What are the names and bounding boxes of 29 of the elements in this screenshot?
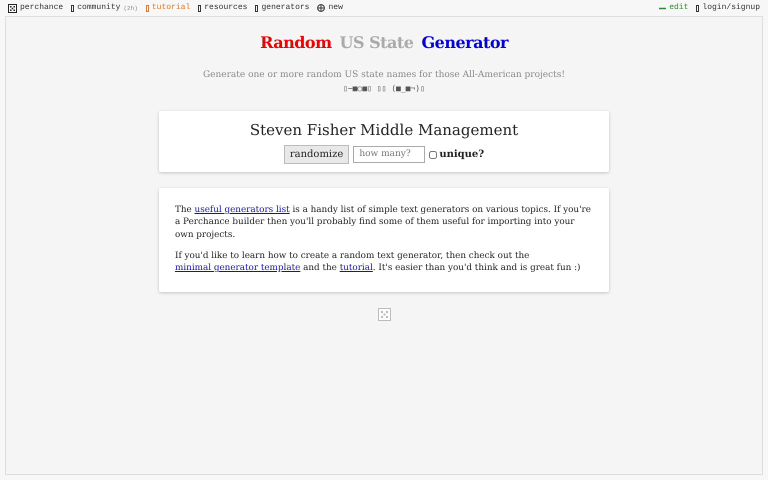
- nav-link[interactable]: edit: [659, 2, 688, 14]
- dice-icon: [378, 308, 390, 321]
- nav-link[interactable]: perchance: [8, 2, 64, 14]
- nav-link[interactable]: new: [317, 2, 343, 14]
- title-text: Generator: [421, 32, 508, 54]
- nav-link[interactable]: resources: [198, 2, 248, 14]
- missing-glyph-icon: [255, 4, 258, 12]
- text-link[interactable]: tutorial: [340, 263, 373, 274]
- randomize-button[interactable]: randomize: [284, 145, 350, 164]
- subtitle: Generate one or more random US state names for those All-American projects!: [202, 69, 566, 82]
- info-paragraph: If you'd like to learn how to create a random text generator, then check out the minimal generator template and the tutorial. It's easier than you'd think and is great fun :): [175, 250, 582, 275]
- missing-glyph-icon: [71, 4, 74, 12]
- count-input[interactable]: how many?: [353, 146, 426, 164]
- missing-glyph-icon: [696, 4, 700, 12]
- add-icon: [317, 4, 326, 12]
- emoticon-text: ▯−■○■▯ ▯▯ (■_■¬)▯: [343, 82, 425, 94]
- title-text: Random: [260, 32, 332, 54]
- nav-link[interactable]: login/signup: [696, 2, 760, 14]
- missing-glyph-icon: [146, 4, 149, 12]
- info-paragraph: The useful generators list is a handy list of simple text generators on various topics. If you're a Perchance builder then you'll probably find some of them useful for importing into your own projects.: [175, 204, 592, 241]
- text-link[interactable]: useful generators list: [194, 205, 290, 215]
- text-link[interactable]: minimal generator template: [175, 263, 300, 274]
- dice-icon: [8, 4, 17, 12]
- nav-link[interactable]: generators: [255, 2, 310, 14]
- unique-label: unique?: [439, 148, 484, 162]
- generated-result: Steven Fisher Middle Management: [250, 120, 518, 140]
- missing-glyph-icon: [198, 4, 202, 12]
- title-text: US State: [340, 32, 414, 54]
- unique-checkbox[interactable]: [429, 150, 438, 158]
